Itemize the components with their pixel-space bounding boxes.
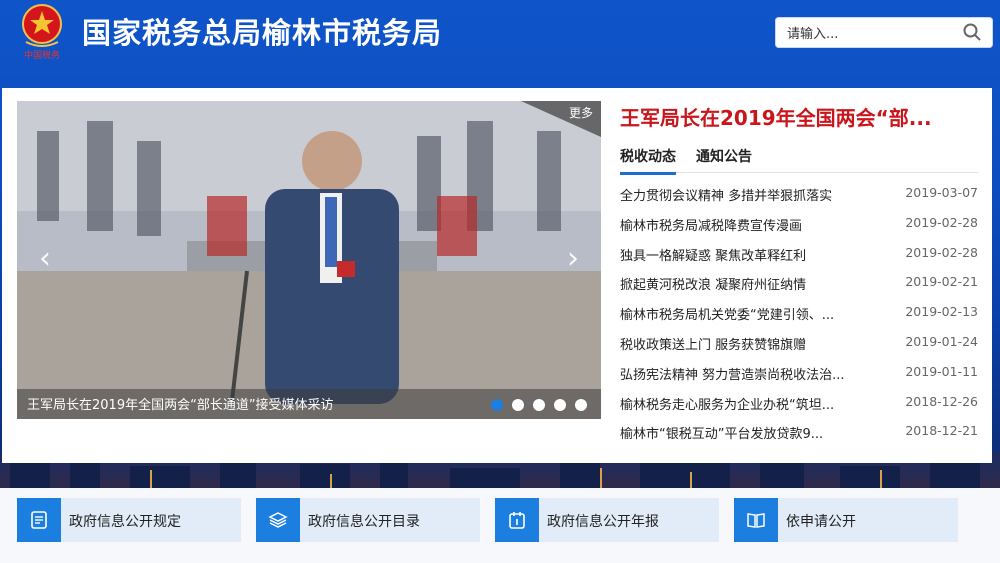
calendar-icon (495, 498, 539, 542)
carousel-dot[interactable] (533, 399, 545, 411)
list-item[interactable]: 榆林市税务局减税降费宣传漫画 2019-02-28 (620, 213, 980, 243)
quick-link-annual-report[interactable]: 政府信息公开年报 (495, 498, 719, 542)
quick-link-apply-disclosure[interactable]: 依申请公开 (734, 498, 958, 542)
tab-tax-news[interactable]: 税收动态 (620, 146, 676, 175)
list-item[interactable]: 榆林市税务局机关党委“党建引领、... 2019-02-13 (620, 302, 980, 332)
news-tabs: 税收动态 通知公告 (620, 146, 978, 175)
quick-link-disclosure-rules[interactable]: 政府信息公开规定 (17, 498, 241, 542)
news-title[interactable]: 全力贯彻会议精神 多措并举狠抓落实 (620, 185, 870, 204)
carousel-caption[interactable]: 王军局长在2019年全国两会“部长通道”接受媒体采访 (27, 394, 334, 413)
news-date: 2019-01-11 (905, 363, 978, 379)
carousel-dot[interactable] (512, 399, 524, 411)
carousel-dot[interactable] (554, 399, 566, 411)
document-icon (17, 498, 61, 542)
list-item[interactable]: 弘扬宪法精神 努力营造崇尚税收法治... 2019-01-11 (620, 362, 980, 392)
news-date: 2018-12-26 (905, 393, 978, 409)
carousel-dot[interactable] (575, 399, 587, 411)
quick-link-disclosure-catalog[interactable]: 政府信息公开目录 (256, 498, 480, 542)
list-item[interactable]: 独具一格解疑惑 聚焦改革释红利 2019-02-28 (620, 243, 980, 273)
carousel-prev-icon[interactable]: ‹ (33, 241, 57, 277)
news-title[interactable]: 弘扬宪法精神 努力营造崇尚税收法治... (620, 364, 870, 383)
search-icon[interactable] (963, 23, 981, 41)
quick-link-label: 政府信息公开年报 (547, 514, 659, 530)
search-input[interactable] (785, 23, 959, 45)
site-header: 中国税务 国家税务总局榆林市税务局 (0, 0, 1000, 70)
news-title[interactable]: 税收政策送上门 服务获赞锦旗赠 (620, 334, 870, 353)
news-title[interactable]: 榆林市税务局减税降费宣传漫画 (620, 215, 870, 234)
list-item[interactable]: 榆林市“银税互动”平台发放贷款9... 2018-12-21 (620, 421, 980, 451)
carousel-next-icon[interactable]: › (561, 241, 585, 277)
list-item[interactable]: 掀起黄河税改浪 凝聚府州征纳情 2019-02-21 (620, 272, 980, 302)
news-date: 2018-12-21 (905, 423, 978, 439)
site-title: 国家税务总局榆林市税务局 (82, 16, 443, 50)
quick-link-label: 政府信息公开目录 (308, 514, 420, 530)
news-title[interactable]: 榆林市“银税互动”平台发放贷款9... (620, 423, 870, 442)
news-date: 2019-02-13 (905, 304, 978, 320)
tax-emblem-logo[interactable]: 中国税务 (16, 2, 68, 61)
carousel-dots (491, 399, 587, 411)
news-date: 2019-01-24 (905, 333, 978, 349)
carousel-more-link[interactable]: 更多 (531, 101, 601, 127)
emblem-caption: 中国税务 (24, 49, 60, 60)
book-icon (734, 498, 778, 542)
list-item[interactable]: 税收政策送上门 服务获赞锦旗赠 2019-01-24 (620, 332, 980, 362)
list-item[interactable]: 榆林税务走心服务为企业办税“筑坦... 2018-12-26 (620, 392, 980, 422)
news-carousel[interactable]: 更多 ‹ › 王军局长在2019年全国两会“部长通道”接受媒体采访 (17, 101, 601, 419)
search-box (775, 17, 993, 48)
news-title[interactable]: 独具一格解疑惑 聚焦改革释红利 (620, 245, 870, 264)
news-title[interactable]: 榆林税务走心服务为企业办税“筑坦... (620, 394, 870, 413)
list-item[interactable]: 全力贯彻会议精神 多措并举狠抓落实 2019-03-07 (620, 183, 980, 213)
quick-link-label: 政府信息公开规定 (69, 514, 181, 530)
carousel-photo (17, 101, 601, 419)
news-date: 2019-02-21 (905, 274, 978, 290)
carousel-dot[interactable] (491, 399, 503, 411)
news-date: 2019-03-07 (905, 185, 978, 200)
news-title[interactable]: 掀起黄河税改浪 凝聚府州征纳情 (620, 274, 870, 293)
headline-link[interactable]: 王军局长在2019年全国两会“部... (620, 102, 970, 131)
news-title[interactable]: 榆林市税务局机关党委“党建引领、... (620, 304, 870, 323)
news-date: 2019-02-28 (905, 244, 978, 260)
tab-notices[interactable]: 通知公告 (696, 146, 752, 172)
layers-icon (256, 498, 300, 542)
quick-link-label: 依申请公开 (786, 514, 856, 530)
news-list: 全力贯彻会议精神 多措并举狠抓落实 2019-03-07 榆林市税务局减税降费宣传… (620, 183, 980, 451)
news-date: 2019-02-28 (905, 214, 978, 230)
